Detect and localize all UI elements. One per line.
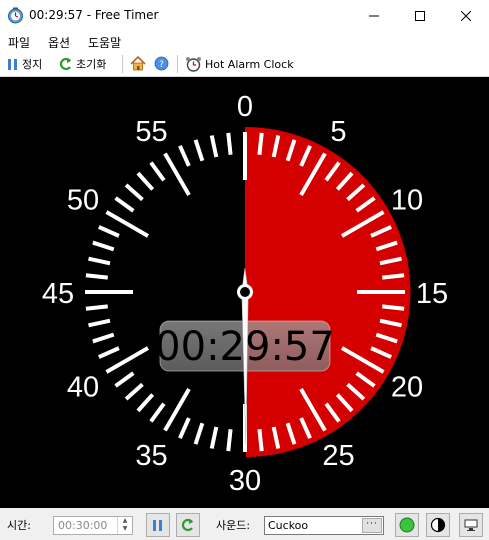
close-button[interactable] [443,0,489,31]
dial-label-25: 25 [322,440,354,472]
contrast-icon [430,517,446,533]
timer-dial-area: 0510152025303540455055 00:29:57 [0,77,489,508]
dial-label-20: 20 [391,372,423,404]
minor-tick [178,145,191,167]
title-bar: 00:29:57 - Free Timer [0,0,489,31]
timer-app-icon [8,7,23,24]
minor-tick [193,139,205,162]
menu-help[interactable]: 도움말 [88,34,121,51]
help-icon: ? [154,56,169,71]
reset-button[interactable]: 초기화 [59,56,106,72]
sound-field[interactable]: Cuckoo ··· [264,516,384,535]
reset-label: 초기화 [76,58,107,71]
minor-tick [124,183,144,202]
minor-tick [85,273,108,280]
sound-browse-button[interactable]: ··· [362,518,382,533]
start-button[interactable] [395,513,419,537]
minor-tick [85,304,108,311]
minor-tick [114,371,135,388]
pause-label: 정지 [22,58,43,71]
dial-label-5: 5 [330,116,346,148]
window-title: 00:29:57 - Free Timer [29,8,159,22]
minor-tick [209,426,219,449]
minimize-icon [369,15,379,16]
home-button[interactable] [130,56,146,71]
dial-label-0: 0 [237,91,253,123]
sound-value: Cuckoo [268,519,309,532]
dial-label-35: 35 [135,440,167,472]
maximize-icon [415,10,425,21]
minimize-button[interactable] [351,0,397,31]
menu-options[interactable]: 옵션 [48,34,70,51]
menu-bar: 파일 옵션 도움말 [0,31,489,52]
minor-tick [136,393,155,413]
minor-tick [382,304,405,311]
pause-small-button[interactable] [146,513,170,537]
time-spinner[interactable]: ▲ ▼ [117,517,132,534]
hand-pivot-inner [240,287,250,297]
hot-alarm-label: Hot Alarm Clock [205,57,294,71]
toolbar: 정지 초기화 ? Hot Alarm Clock [0,52,489,77]
minor-tick [149,161,166,182]
minor-tick [88,318,111,328]
dial-label-45: 45 [42,278,74,310]
minor-tick [226,132,233,155]
minor-tick [92,332,115,344]
dial-label-40: 40 [67,372,99,404]
spin-down-icon[interactable]: ▼ [118,525,132,533]
green-circle-icon [399,517,415,533]
minor-tick [178,417,191,439]
svg-text:?: ? [159,60,164,70]
minor-tick [257,132,264,155]
minor-tick [136,171,155,191]
minor-tick [226,429,233,452]
minor-tick [98,346,120,359]
pause-icon [153,519,162,531]
home-icon [130,56,146,71]
monitor-icon [464,519,478,531]
toolbar-separator [122,55,123,73]
maximize-button[interactable] [397,0,443,31]
display-mode-button[interactable] [459,513,483,537]
minor-tick [382,273,405,280]
contrast-button[interactable] [426,513,450,537]
minor-tick [114,196,135,213]
timer-dial[interactable]: 0510152025303540455055 00:29:57 [0,77,489,508]
minor-tick [149,402,166,423]
minor-tick [98,225,120,238]
help-button[interactable]: ? [154,56,169,71]
minor-tick [209,135,219,158]
dial-label-30: 30 [229,465,261,497]
pause-button[interactable]: 정지 [7,56,42,72]
minor-tick [257,429,264,452]
time-label: 시간: [7,519,31,532]
spin-up-icon[interactable]: ▲ [118,517,132,525]
alarm-clock-icon [186,57,201,72]
menu-file[interactable]: 파일 [8,34,30,51]
time-input-value: 00:30:00 [58,519,108,532]
dial-label-55: 55 [135,116,167,148]
minor-tick [92,240,115,252]
dial-label-15: 15 [416,278,448,310]
minor-tick [124,382,144,401]
minor-tick [193,422,205,445]
reset-icon [59,57,71,71]
hot-alarm-clock-button[interactable]: Hot Alarm Clock [185,56,294,72]
dial-label-50: 50 [67,185,99,217]
minor-tick [88,256,111,266]
reset-small-button[interactable] [176,513,200,537]
pause-icon [8,58,17,70]
reset-icon [181,518,193,532]
time-input[interactable]: 00:30:00 ▲ ▼ [53,516,133,535]
dial-label-10: 10 [391,185,423,217]
toolbar-separator [177,55,178,73]
sound-label: 사운드: [216,519,251,532]
close-icon [461,10,471,21]
